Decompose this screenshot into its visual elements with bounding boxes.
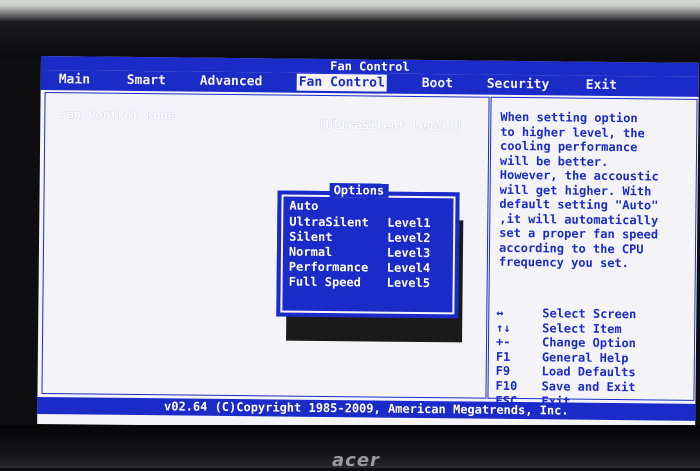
menu-security[interactable]: Security — [485, 76, 552, 94]
option-level: Level4 — [386, 260, 431, 276]
key-desc: Save and Exit — [541, 379, 636, 395]
key-f1: F1 — [495, 349, 511, 364]
menu-exit[interactable]: Exit — [584, 77, 619, 94]
menu-main[interactable]: Main — [57, 71, 92, 88]
option-level: Level2 — [387, 230, 431, 246]
key-plus-minus: +- — [495, 334, 511, 350]
option-level: Level5 — [386, 275, 431, 291]
fan-control-mode-label[interactable]: Fan Control Mode — [59, 107, 175, 122]
option-full-speed[interactable]: Full Speed Level5 — [289, 275, 439, 292]
option-level: Level1 — [387, 215, 431, 231]
option-silent[interactable]: Silent Level2 — [289, 230, 439, 247]
key-desc: Load Defaults — [541, 364, 636, 380]
options-popup: Options Auto UltraSilent Level1 Silent L… — [276, 183, 460, 319]
menu-boot[interactable]: Boot — [420, 75, 455, 92]
option-performance[interactable]: Performance Level4 — [289, 260, 439, 277]
key-desc: Select Screen — [542, 306, 637, 322]
option-name: UltraSilent — [289, 214, 369, 230]
menu-advanced[interactable]: Advanced — [198, 73, 265, 91]
option-ultrasilent[interactable]: UltraSilent Level1 — [289, 215, 439, 232]
key-left-right-icon: ↔ — [496, 305, 504, 320]
option-name: Auto — [289, 198, 319, 213]
key-desc: General Help — [541, 350, 629, 365]
option-name: Normal — [288, 244, 333, 260]
key-legend: ↔ Select Screen ↑↓ Select Item +- Change Op… — [495, 306, 686, 410]
key-desc: Select Item — [542, 320, 622, 336]
bios-screen: Fan Control Main Smart Advanced Fan Cont… — [37, 56, 699, 431]
key-f10: F10 — [495, 378, 518, 393]
fan-control-mode-value[interactable]: [UltraSilent Level1] — [318, 118, 463, 134]
options-popup-title: Options — [329, 183, 389, 198]
option-auto[interactable]: Auto — [289, 199, 439, 216]
option-name: Full Speed — [288, 274, 361, 290]
menu-fan-control[interactable]: Fan Control — [296, 73, 387, 92]
monitor-bezel-top — [0, 0, 700, 60]
menu-smart[interactable]: Smart — [125, 72, 168, 89]
option-level: Level3 — [386, 245, 431, 261]
option-normal[interactable]: Normal Level3 — [289, 245, 439, 262]
option-name: Performance — [288, 259, 369, 275]
help-text: When setting option to higher level, the… — [498, 109, 659, 271]
key-desc: Change Option — [541, 335, 637, 351]
help-panel: When setting option to higher level, the… — [487, 96, 698, 408]
key-up-down-icon: ↑↓ — [496, 320, 511, 335]
key-f9: F9 — [495, 364, 511, 379]
option-name: Silent — [289, 229, 333, 245]
